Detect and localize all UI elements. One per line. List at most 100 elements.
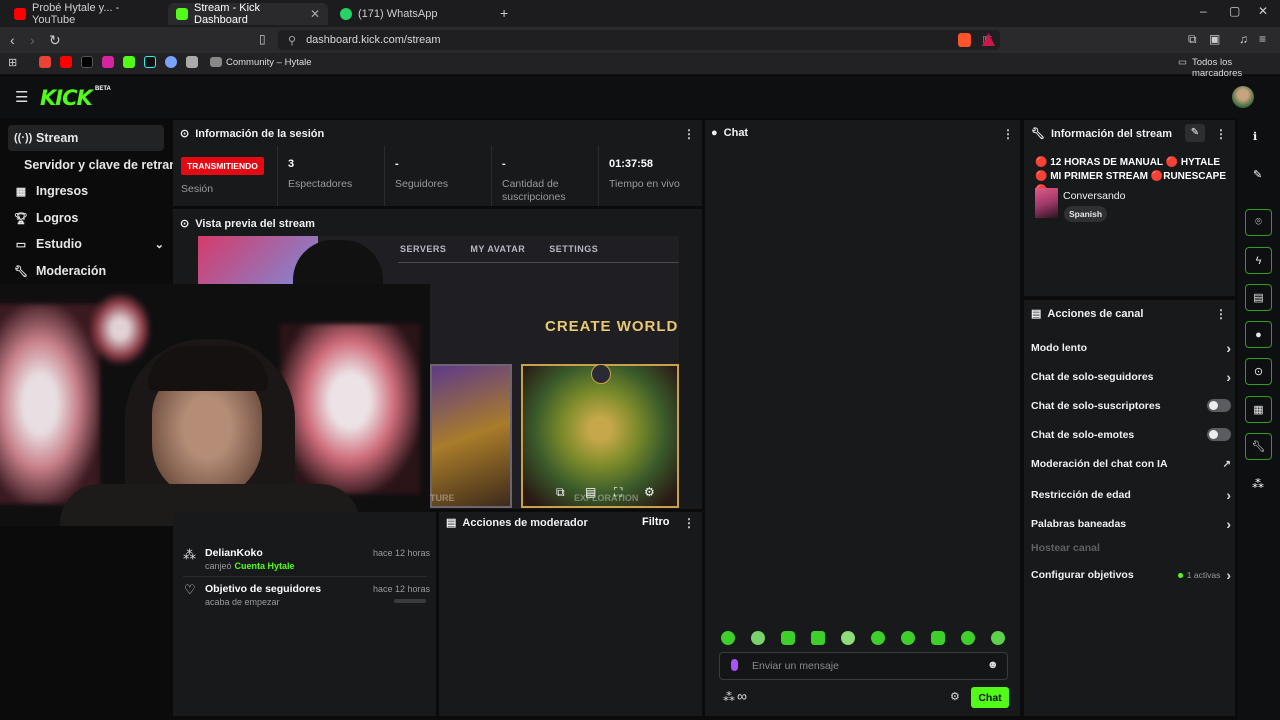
hamburger-menu-icon[interactable]: ☰ [15, 88, 28, 106]
whatsapp-icon [340, 8, 352, 20]
category-name[interactable]: Conversando [1063, 190, 1125, 202]
rail-button-notes[interactable]: ▤ [1245, 284, 1272, 311]
pencil-icon[interactable]: ✎ [1253, 168, 1262, 181]
url-text: dashboard.kick.com/stream [306, 34, 441, 46]
emote-icon[interactable] [991, 631, 1005, 645]
followers-only-item[interactable]: Chat de solo-seguidores › [1031, 369, 1231, 385]
sidebar-item-ingresos[interactable]: ▦ Ingresos [8, 178, 164, 204]
stream-preview-header: ⊙ Vista previa del stream [180, 217, 315, 231]
more-options-icon[interactable]: ⋮ [683, 516, 695, 530]
tab-youtube[interactable]: Probé Hytale y... - YouTube [6, 2, 164, 26]
slow-mode-item[interactable]: Modo lento › [1031, 340, 1231, 356]
apps-icon[interactable]: ⊞ [8, 56, 17, 69]
back-icon[interactable]: ‹ [10, 32, 15, 48]
chevron-down-icon[interactable]: ⌄ [155, 238, 164, 251]
emote-icon[interactable] [841, 631, 855, 645]
sidebar-item-logros[interactable]: 🏆︎ Logros [8, 205, 164, 231]
edit-stream-info-button[interactable]: ✎ [1185, 124, 1205, 142]
tab-whatsapp[interactable]: (171) WhatsApp [332, 3, 492, 25]
divider [598, 146, 599, 206]
maximize-button[interactable]: ▢ [1229, 4, 1240, 18]
sidebar-item-server-key[interactable]: Servidor y clave de retransm [8, 152, 176, 178]
forward-icon[interactable]: › [30, 32, 35, 48]
rail-button-lightning[interactable]: ϟ [1245, 247, 1272, 274]
grid-icon: ▦ [15, 185, 27, 198]
age-restriction-item[interactable]: Restricción de edad › [1031, 487, 1231, 503]
x-icon[interactable] [81, 56, 93, 68]
extensions-icon[interactable]: ⧉ [1188, 32, 1197, 47]
microphone-icon[interactable] [731, 659, 738, 671]
kick-points-icon[interactable]: ⁂ [723, 690, 735, 704]
kick-bookmark-icon[interactable] [123, 56, 135, 68]
emote-icon[interactable] [961, 631, 975, 645]
tiktok-icon[interactable] [144, 56, 156, 68]
menu-icon[interactable]: ≡ [1259, 32, 1266, 46]
sidebar-item-estudio[interactable]: ▭ Estudio ⌄ [8, 231, 164, 257]
bookmark-site-icon[interactable] [186, 56, 198, 68]
rail-button-broadcast[interactable]: ⊙ [1245, 358, 1272, 385]
emotes-only-toggle[interactable] [1207, 428, 1231, 441]
chevron-right-icon: › [1226, 340, 1231, 356]
bookmark-icon[interactable]: ▯ [259, 32, 266, 46]
rail-button-wrench[interactable]: 🔧︎ [1245, 433, 1272, 460]
close-tab-icon[interactable]: ✕ [310, 7, 320, 21]
emote-icon[interactable] [901, 631, 915, 645]
kick-logo[interactable]: KICK [40, 86, 93, 110]
media-icon[interactable]: ♫ [1239, 32, 1248, 46]
configure-goals-item[interactable]: Configurar objetivos 1 activas › [1031, 567, 1231, 583]
emote-icon[interactable] [931, 631, 945, 645]
info-icon[interactable]: ℹ [1253, 130, 1257, 143]
rail-button-layout[interactable]: ▦ [1245, 396, 1272, 423]
url-field[interactable]: ⚲ dashboard.kick.com/stream ⇱ [278, 30, 1000, 50]
avatar[interactable] [1232, 86, 1254, 108]
filter-button[interactable]: Filtro [642, 516, 670, 528]
gmail-icon[interactable] [39, 56, 51, 68]
more-options-icon[interactable]: ⋮ [683, 127, 695, 141]
bookmark-community-hytale[interactable]: Community – Hytale [210, 57, 312, 68]
clipboard-icon: ▤ [1031, 308, 1042, 320]
reload-icon[interactable]: ↻ [49, 32, 61, 49]
rail-button-chat[interactable]: ● [1245, 321, 1272, 348]
theater-icon[interactable]: ▤ [585, 485, 596, 499]
channel-actions-panel [1024, 300, 1235, 716]
settings-gear-icon[interactable]: ⚙ [644, 485, 655, 499]
sidebar-icon[interactable]: ▣ [1209, 32, 1220, 46]
emote-icon[interactable] [751, 631, 765, 645]
sidebar-item-moderacion[interactable]: 🔧︎ Moderación [8, 258, 164, 284]
beta-badge: BETA [95, 86, 111, 92]
subscribers-only-toggle[interactable] [1207, 399, 1231, 412]
youtube-bookmark-icon[interactable] [60, 56, 72, 68]
instagram-icon[interactable] [102, 56, 114, 68]
webcam-overlay [0, 284, 430, 526]
rail-button-camera[interactable]: ⌾ [1245, 209, 1272, 236]
emote-icon[interactable] [721, 631, 735, 645]
broadcast-icon: ⊙ [1253, 366, 1264, 378]
emote-icon[interactable] [781, 631, 795, 645]
kick-points-icon[interactable]: ⁂ [1252, 477, 1264, 491]
pip-icon[interactable]: ⧉ [556, 485, 565, 500]
fullscreen-icon[interactable]: ⛶ [614, 485, 622, 500]
more-options-icon[interactable]: ⋮ [1215, 307, 1227, 321]
tab-kick-dashboard[interactable]: Stream - Kick Dashboard ✕ [168, 2, 328, 26]
ai-moderation-item[interactable]: Moderación del chat con IA ↗ [1031, 458, 1231, 470]
site-info-icon[interactable]: ⚲ [288, 34, 296, 47]
sidebar-item-stream[interactable]: ((·)) Stream [8, 125, 164, 151]
new-tab-button[interactable]: + [500, 5, 508, 21]
more-options-icon[interactable]: ⋮ [1215, 127, 1227, 141]
moderator-actions-header: ▤ Acciones de moderador [446, 516, 588, 530]
emote-icon[interactable] [811, 631, 825, 645]
emote-icon[interactable] [871, 631, 885, 645]
send-chat-button[interactable]: Chat [971, 687, 1009, 708]
channel-actions-header: ▤ Acciones de canal [1031, 307, 1143, 321]
activity-highlight[interactable]: Cuenta Hytale [235, 561, 295, 571]
chat-input-placeholder: Enviar un mensaje [752, 660, 839, 672]
banned-words-item[interactable]: Palabras baneadas › [1031, 516, 1231, 532]
emoji-icon[interactable]: ☻ [987, 659, 999, 671]
more-options-icon[interactable]: ⋮ [1002, 127, 1014, 141]
chat-settings-icon[interactable]: ⚙ [950, 690, 960, 703]
close-window-button[interactable]: ✕ [1258, 4, 1268, 18]
camera-icon: ⌾ [1255, 216, 1262, 228]
brave-shield-icon[interactable] [958, 33, 971, 47]
minimize-button[interactable]: – [1200, 4, 1207, 18]
gemini-icon[interactable] [165, 56, 177, 68]
